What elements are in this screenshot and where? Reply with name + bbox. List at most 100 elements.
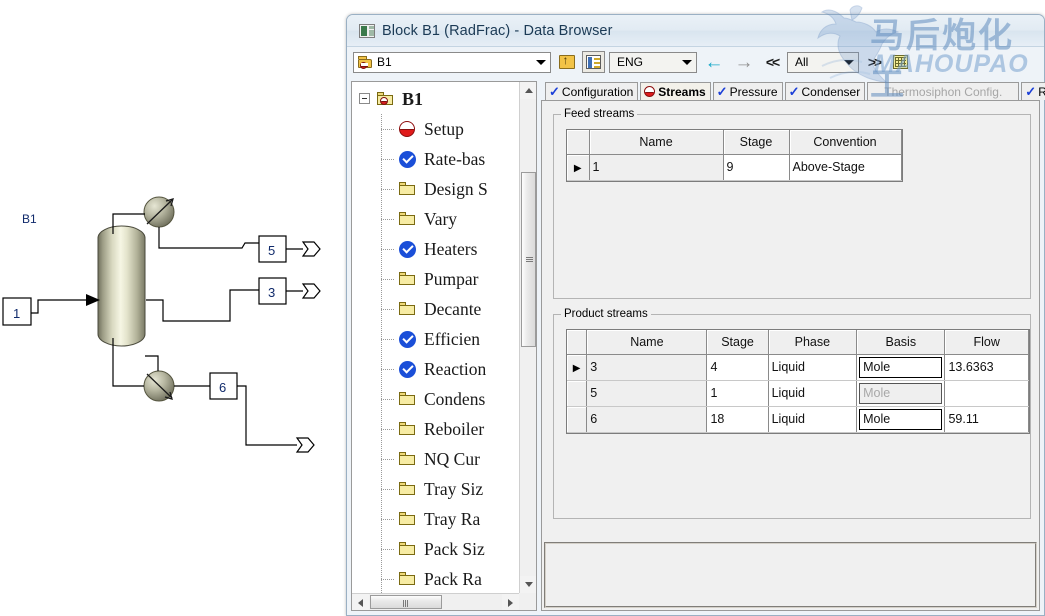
tree-vertical-scrollbar[interactable] — [519, 82, 536, 593]
cell-stage[interactable]: 1 — [706, 380, 769, 407]
table-row[interactable]: ▶ 1 9 Above-Stage — [567, 154, 902, 181]
tree-item-tray-siz[interactable]: Tray Siz — [352, 474, 519, 504]
navigation-tree[interactable]: B1 Setup Rate-bas Design S Vary Heaters Pumpar… — [351, 81, 537, 611]
feed-streams-grid[interactable]: Name Stage Convention ▶ 1 9 Above-Stage — [566, 129, 903, 182]
cell-name[interactable]: 5 — [586, 380, 708, 407]
cell-phase[interactable]: Liquid — [768, 354, 858, 381]
column-header-name[interactable]: Name — [589, 130, 724, 155]
cell-stage[interactable]: 4 — [706, 354, 769, 381]
grid-view-icon — [893, 55, 908, 69]
basis-editor[interactable]: Mole — [859, 408, 943, 430]
tree-root-b1[interactable]: B1 — [352, 84, 519, 114]
tree-item-efficien[interactable]: Efficien — [352, 324, 519, 354]
tree-item-decante[interactable]: Decante — [352, 294, 519, 324]
flowsheet-canvas[interactable]: B1 1 5 3 6 — [0, 0, 346, 616]
column-header-rowselect[interactable] — [567, 330, 588, 355]
check-icon: ✓ — [549, 83, 560, 99]
basis-editor[interactable]: Mole — [859, 382, 943, 404]
tree-item-pack-siz[interactable]: Pack Siz — [352, 534, 519, 564]
stream-6-label: 6 — [219, 380, 226, 395]
table-row[interactable]: 6 18 Liquid Mole 59.11 — [567, 406, 1029, 433]
cell-name[interactable]: 1 — [589, 154, 724, 181]
column-header-phase[interactable]: Phase — [768, 330, 858, 355]
tab-condenser[interactable]: ✓ Condenser — [784, 82, 866, 100]
object-combo[interactable]: B1 — [353, 51, 551, 73]
back-button[interactable]: ← — [701, 51, 727, 73]
cell-stage[interactable]: 9 — [723, 154, 790, 181]
window-titlebar[interactable]: Block B1 (RadFrac) - Data Browser — [347, 15, 1044, 47]
filter-combo[interactable]: All — [787, 51, 859, 73]
back-arrow-icon: ← — [704, 51, 724, 73]
tree-item-nq-cur[interactable]: NQ Cur — [352, 444, 519, 474]
stream-6-outlet-arrow — [295, 437, 315, 453]
grid-view-button[interactable] — [889, 51, 912, 73]
units-combo[interactable]: ENG — [609, 51, 697, 73]
window-document-icon — [359, 23, 375, 38]
tree-horizontal-scrollbar[interactable] — [352, 593, 519, 610]
forward-button[interactable]: → — [731, 51, 757, 73]
chevron-down-icon[interactable] — [680, 53, 694, 72]
cell-stage[interactable]: 18 — [706, 406, 769, 433]
column-header-rowselect[interactable] — [567, 130, 590, 155]
tree-item-reboiler[interactable]: Reboiler — [352, 414, 519, 444]
tab-label: Reboiler — [1038, 84, 1045, 99]
column-header-basis[interactable]: Basis — [856, 330, 946, 355]
row-selector[interactable] — [567, 380, 588, 407]
column-vessel — [97, 225, 146, 347]
chevron-down-icon[interactable] — [534, 53, 548, 72]
column-header-stage[interactable]: Stage — [723, 130, 790, 155]
row-selector[interactable]: ▶ — [567, 354, 588, 381]
next-button[interactable]: >> — [863, 51, 885, 73]
tree-item-rate-bas[interactable]: Rate-bas — [352, 144, 519, 174]
basis-editor[interactable]: Mole — [859, 356, 943, 378]
tree-item-heaters[interactable]: Heaters — [352, 234, 519, 264]
column-header-name[interactable]: Name — [586, 330, 708, 355]
tree-expander-icon[interactable] — [359, 93, 370, 104]
tree-vscroll-thumb[interactable] — [521, 172, 536, 347]
tab-strip[interactable]: ✓ Configuration Streams ✓ Pressure ✓ Condenser… — [541, 81, 1045, 100]
cell-flow[interactable] — [944, 380, 1029, 407]
tree-item-design-s[interactable]: Design S — [352, 174, 519, 204]
chevron-down-icon[interactable] — [842, 53, 856, 72]
tab-pressure[interactable]: ✓ Pressure — [712, 82, 783, 100]
table-row[interactable]: ▶ 3 4 Liquid Mole 13.6363 — [567, 354, 1029, 381]
cell-name[interactable]: 3 — [586, 354, 708, 381]
scroll-up-button[interactable] — [520, 82, 536, 99]
cell-phase[interactable]: Liquid — [768, 380, 858, 407]
previous-button[interactable]: << — [761, 51, 783, 73]
tab-configuration[interactable]: ✓ Configuration — [545, 82, 639, 100]
cell-basis[interactable]: Mole — [856, 380, 946, 407]
cell-flow[interactable]: 59.11 — [944, 406, 1029, 433]
tree-item-pack-ra[interactable]: Pack Ra — [352, 564, 519, 593]
tree-item-condens[interactable]: Condens — [352, 384, 519, 414]
scroll-left-button[interactable] — [352, 594, 369, 610]
tree-item-setup[interactable]: Setup — [352, 114, 519, 144]
column-header-convention[interactable]: Convention — [789, 130, 902, 155]
product-streams-grid[interactable]: Name Stage Phase Basis Flow ▶ 3 4 Liquid Mole 13.6… — [566, 329, 1030, 434]
cell-name[interactable]: 6 — [586, 406, 708, 433]
up-folder-button[interactable] — [555, 51, 578, 73]
row-selector[interactable]: ▶ — [567, 154, 590, 181]
tree-item-pumpar[interactable]: Pumpar — [352, 264, 519, 294]
column-header-stage[interactable]: Stage — [706, 330, 769, 355]
tab-reboiler[interactable]: ✓Reboiler — [1021, 82, 1045, 100]
cell-basis[interactable]: Mole — [856, 406, 946, 433]
tab-thermosiphon-config[interactable]: Thermosiphon Config. — [867, 82, 1020, 100]
tree-hscroll-thumb[interactable] — [370, 595, 442, 609]
cell-phase[interactable]: Liquid — [768, 406, 858, 433]
cell-flow[interactable]: 13.6363 — [944, 354, 1029, 381]
tree-item-vary[interactable]: Vary — [352, 204, 519, 234]
tree-item-label: Reboiler — [424, 418, 485, 439]
scroll-right-button[interactable] — [502, 594, 519, 610]
column-header-flow[interactable]: Flow — [944, 330, 1029, 355]
cell-basis[interactable]: Mole — [856, 354, 946, 381]
cell-convention[interactable]: Above-Stage — [789, 154, 902, 181]
tree-item-reaction[interactable]: Reaction — [352, 354, 519, 384]
list-view-button[interactable] — [582, 51, 605, 73]
table-row[interactable]: 5 1 Liquid Mole — [567, 380, 1029, 407]
tab-streams[interactable]: Streams — [640, 82, 711, 100]
row-selector[interactable] — [567, 406, 588, 433]
tree-item-tray-ra[interactable]: Tray Ra — [352, 504, 519, 534]
tree-item-label: Design S — [424, 178, 488, 199]
scroll-down-button[interactable] — [520, 576, 536, 593]
